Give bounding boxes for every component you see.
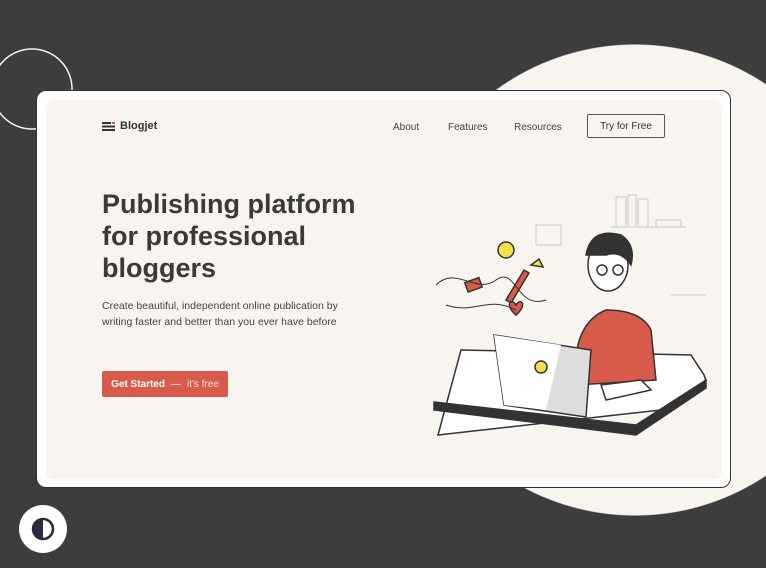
nav-features[interactable]: Features <box>448 122 487 133</box>
contrast-icon <box>31 517 55 541</box>
hero-title: Publishing platform for professional blo… <box>102 189 356 283</box>
brand-name: Blogjet <box>120 120 158 132</box>
blogger-illustration <box>433 194 707 436</box>
try-for-free-button[interactable]: Try for Free <box>587 114 665 138</box>
hero-subtitle: Create beautiful, independent online pub… <box>102 300 338 328</box>
preview-card: Blogjet About Features Resources Try for… <box>36 90 731 488</box>
nav-resources[interactable]: Resources <box>514 122 562 133</box>
cta-note: it's free <box>186 378 219 390</box>
cta-dash: — <box>170 378 181 390</box>
nav-about[interactable]: About <box>393 122 419 133</box>
cta-label: Get Started <box>111 378 165 390</box>
brand-logo[interactable]: Blogjet <box>102 120 157 132</box>
get-started-button[interactable]: Get Started — it's free <box>102 371 228 397</box>
theme-toggle-button[interactable] <box>19 505 67 553</box>
menu-lines-icon <box>102 121 115 131</box>
landing-page: Blogjet About Features Resources Try for… <box>46 100 722 479</box>
